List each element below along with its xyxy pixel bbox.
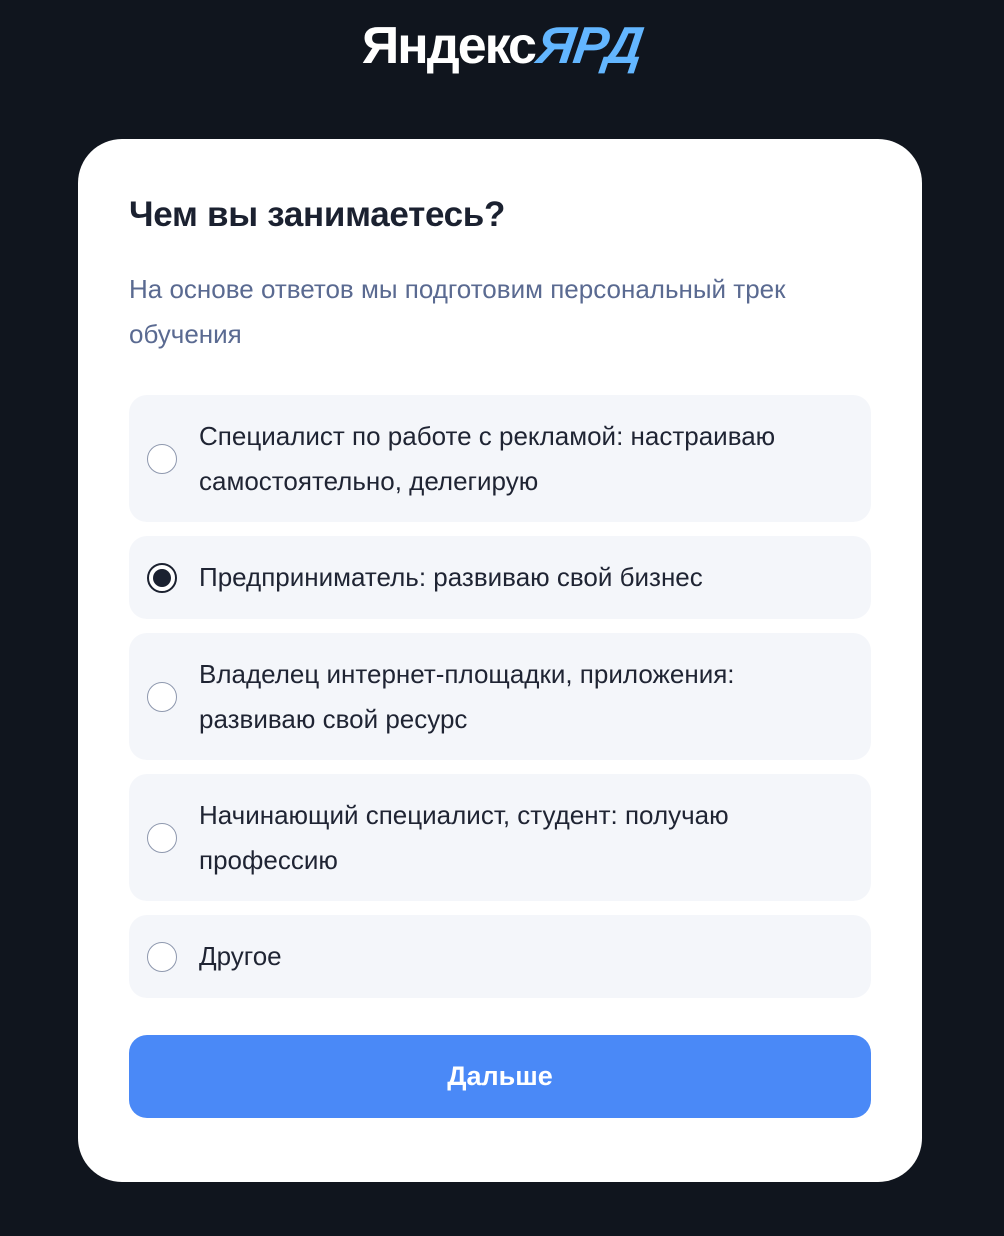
radio-unchecked-icon[interactable]	[147, 443, 177, 474]
radio-checked-icon[interactable]	[147, 562, 177, 593]
option-label: Другое	[199, 941, 282, 971]
logo-text-yandex: Яндекс	[361, 17, 537, 75]
yandex-yard-logo: Яндекс ЯРД	[0, 14, 1004, 78]
next-button[interactable]: Дальше	[129, 1035, 871, 1118]
option-other[interactable]: Другое	[129, 915, 871, 998]
option-label: Предприниматель: развиваю свой бизнес	[199, 562, 703, 592]
question-subtitle: На основе ответов мы подготовим персонал…	[129, 274, 786, 349]
radio-dot-icon	[153, 568, 171, 587]
answer-options: Специалист по работе с рекламой: настраи…	[129, 395, 871, 1012]
option-beginner-student[interactable]: Начинающий специалист, студент: получаю …	[129, 774, 871, 901]
survey-card: Чем вы занимаетесь? На основе ответов мы…	[78, 139, 922, 1182]
logo-text-yard: ЯРД	[532, 17, 647, 75]
option-label: Владелец интернет-площадки, приложения: …	[199, 658, 735, 734]
option-label: Начинающий специалист, студент: получаю …	[199, 799, 729, 875]
question-title: Чем вы занимаетесь?	[129, 195, 506, 234]
option-site-owner[interactable]: Владелец интернет-площадки, приложения: …	[129, 633, 871, 760]
option-entrepreneur[interactable]: Предприниматель: развиваю свой бизнес	[129, 536, 871, 619]
radio-unchecked-icon[interactable]	[147, 822, 177, 853]
option-ad-specialist[interactable]: Специалист по работе с рекламой: настраи…	[129, 395, 871, 522]
radio-unchecked-icon[interactable]	[147, 941, 177, 972]
radio-unchecked-icon[interactable]	[147, 681, 177, 712]
option-label: Специалист по работе с рекламой: настраи…	[199, 420, 776, 496]
